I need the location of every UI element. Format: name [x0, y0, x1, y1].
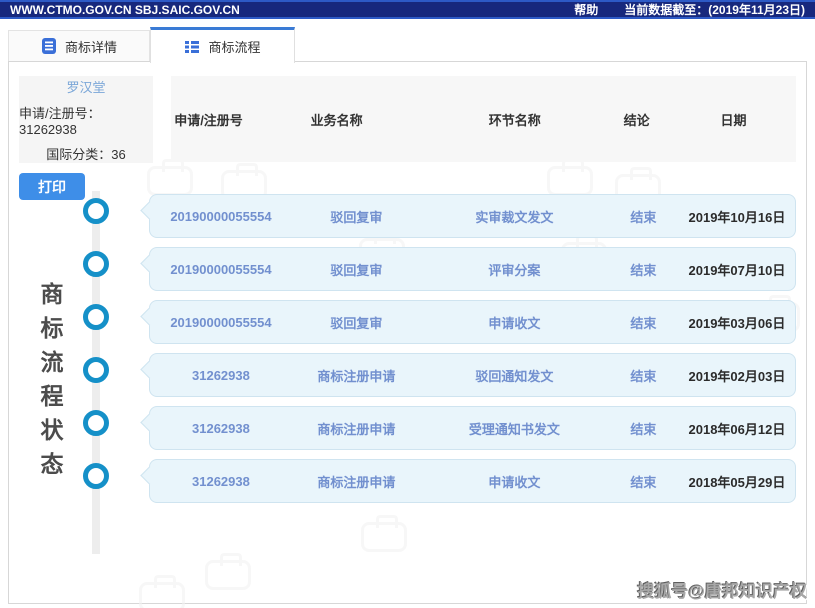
column-header-business: 业务名称 [246, 110, 427, 129]
cell-stage: 申请收文 [421, 472, 608, 491]
cell-stage: 驳回通知发文 [421, 366, 608, 385]
cell-date: 2019年07月10日 [679, 260, 795, 279]
topbar: WWW.CTMO.GOV.CN SBJ.SAIC.GOV.CN 帮助 当前数据截… [0, 0, 815, 19]
process-row[interactable]: 20190000055554 驳回复审 实审裁文发文 结束 2019年10月16… [149, 194, 796, 238]
cell-conclusion: 结束 [608, 260, 679, 279]
cell-date: 2019年10月16日 [679, 207, 795, 226]
trademark-class-line: 国际分类：36 [46, 144, 125, 163]
cell-regno: 31262938 [150, 474, 292, 489]
timeline-node[interactable] [83, 410, 109, 436]
trademark-name[interactable]: 罗汉堂 [66, 77, 105, 96]
cell-regno: 20190000055554 [150, 315, 292, 330]
tab-trademark-process[interactable]: 商标流程 [150, 27, 295, 63]
cell-regno: 20190000055554 [150, 262, 292, 277]
cell-business: 驳回复审 [292, 260, 421, 279]
tab-trademark-details[interactable]: 商标详情 [8, 30, 150, 61]
cell-regno: 31262938 [150, 421, 292, 436]
cell-date: 2018年06月12日 [679, 419, 795, 438]
process-row[interactable]: 31262938 商标注册申请 申请收文 结束 2018年05月29日 [149, 459, 796, 503]
help-link[interactable]: 帮助 [574, 1, 598, 18]
column-header-date: 日期 [671, 110, 796, 129]
content-panel: 罗汉堂 申请/注册号：31262938 国际分类：36 打印 商标流程状态 申请… [8, 61, 807, 604]
cell-business: 驳回复审 [292, 207, 421, 226]
cell-business: 商标注册申请 [292, 366, 421, 385]
cell-regno: 20190000055554 [150, 209, 292, 224]
process-row[interactable]: 31262938 商标注册申请 驳回通知发文 结束 2019年02月03日 [149, 353, 796, 397]
table-header: 申请/注册号 业务名称 环节名称 结论 日期 [171, 76, 796, 162]
page: WWW.CTMO.GOV.CN SBJ.SAIC.GOV.CN 帮助 当前数据截… [0, 0, 815, 608]
document-icon [41, 38, 57, 54]
process-row[interactable]: 20190000055554 驳回复审 评审分案 结束 2019年07月10日 [149, 247, 796, 291]
cell-date: 2019年03月06日 [679, 313, 795, 332]
process-status-title: 商标流程状态 [33, 282, 67, 486]
site-domains: WWW.CTMO.GOV.CN SBJ.SAIC.GOV.CN [10, 3, 240, 17]
cell-conclusion: 结束 [608, 419, 679, 438]
tab-label: 商标详情 [65, 37, 117, 56]
column-header-conclusion: 结论 [602, 110, 671, 129]
trademark-registration-line: 申请/注册号：31262938 [19, 103, 153, 137]
timeline-node[interactable] [83, 357, 109, 383]
cell-stage: 实审裁文发文 [421, 207, 608, 226]
background-badge-decoration [547, 166, 593, 196]
process-row[interactable]: 20190000055554 驳回复审 申请收文 结束 2019年03月06日 [149, 300, 796, 344]
column-header-regno: 申请/注册号 [171, 110, 246, 129]
timeline-node[interactable] [83, 198, 109, 224]
cell-stage: 受理通知书发文 [421, 419, 608, 438]
data-cutoff-label: 当前数据截至：(2019年11月23日) [624, 1, 805, 18]
cell-conclusion: 结束 [608, 366, 679, 385]
timeline-node[interactable] [83, 304, 109, 330]
background-badge-decoration [147, 166, 193, 196]
cell-regno: 31262938 [150, 368, 292, 383]
cell-conclusion: 结束 [608, 472, 679, 491]
cell-stage: 评审分案 [421, 260, 608, 279]
tab-label: 商标流程 [208, 37, 260, 56]
process-row[interactable]: 31262938 商标注册申请 受理通知书发文 结束 2018年06月12日 [149, 406, 796, 450]
trademark-info-card: 罗汉堂 申请/注册号：31262938 国际分类：36 [19, 76, 153, 163]
column-header-stage: 环节名称 [427, 110, 602, 129]
cell-conclusion: 结束 [608, 313, 679, 332]
cell-date: 2019年02月03日 [679, 366, 795, 385]
cell-business: 驳回复审 [292, 313, 421, 332]
watermark: 搜狐号@唐邦知识产权 [637, 577, 807, 602]
cell-business: 商标注册申请 [292, 472, 421, 491]
list-icon [184, 39, 200, 55]
cell-stage: 申请收文 [421, 313, 608, 332]
cell-business: 商标注册申请 [292, 419, 421, 438]
timeline-node[interactable] [83, 463, 109, 489]
background-badge-decoration [361, 522, 407, 552]
cell-date: 2018年05月29日 [679, 472, 795, 491]
background-badge-decoration [139, 582, 185, 608]
timeline-node[interactable] [83, 251, 109, 277]
cell-conclusion: 结束 [608, 207, 679, 226]
print-button[interactable]: 打印 [19, 173, 85, 200]
background-badge-decoration [205, 560, 251, 590]
